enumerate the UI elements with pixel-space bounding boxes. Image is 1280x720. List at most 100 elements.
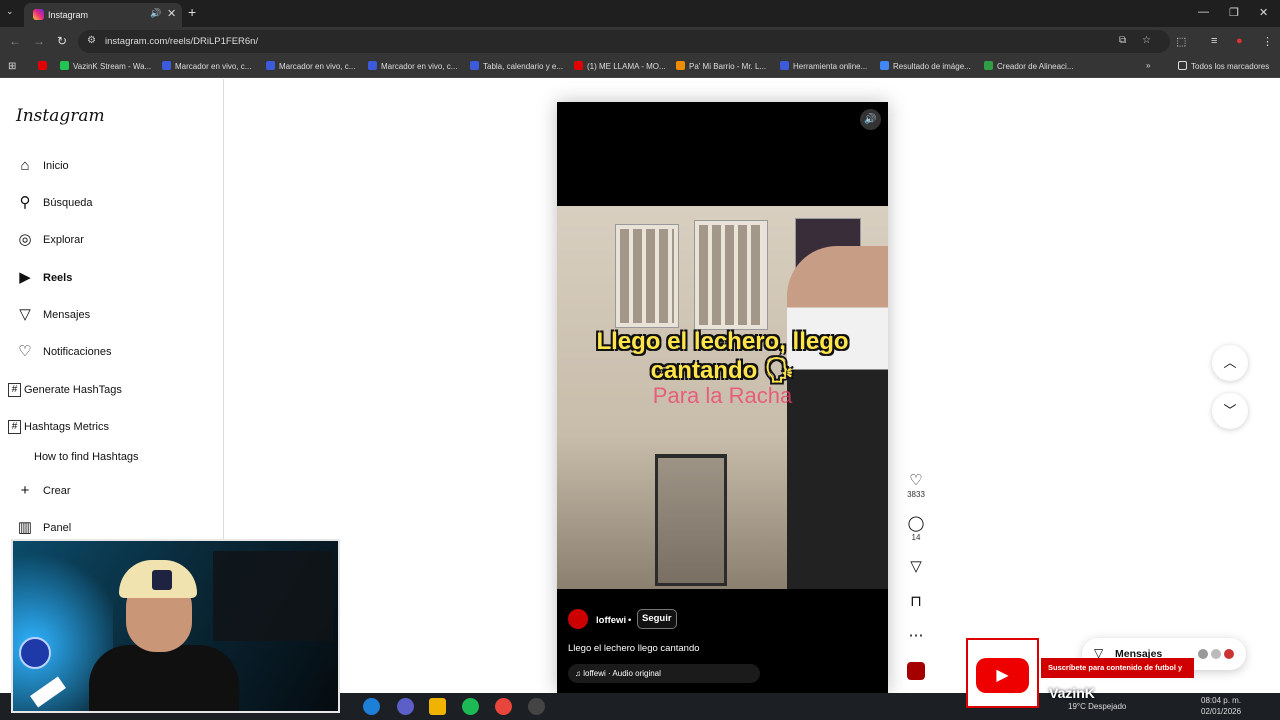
previous-reel-button[interactable]: ︿ (1212, 345, 1248, 381)
reel-player[interactable]: 🔊 Llego el lechero, llego cantando 🗣 Par… (557, 102, 888, 693)
bookmark-item[interactable]: Marcador en vivo, c... (162, 61, 251, 71)
bookmark-star-icon[interactable]: ☆ (1142, 35, 1151, 46)
bookmark-label: Pa' Mi Barrio - Mr. L... (689, 62, 767, 71)
sidebar-item-explorar[interactable]: ◎ Explorar (0, 225, 224, 257)
reel-video[interactable]: Llego el lechero, llego cantando 🗣 Para … (557, 206, 888, 589)
person (787, 246, 888, 589)
bookmark-favicon-icon (368, 61, 377, 70)
send-icon[interactable]: ▽ (905, 558, 927, 576)
browser-tab-bar: ⌄ Instagram 🔊 ✕ + — ❐ ✕ (0, 0, 1280, 27)
compass-icon: ◎ (18, 231, 32, 248)
how-to-find-hashtags-link[interactable]: How to find Hashtags (34, 451, 139, 463)
forward-icon[interactable]: → (33, 34, 45, 48)
sidebar-item-generate-hashtags[interactable]: # Generate HashTags (0, 375, 224, 407)
bookmark-item[interactable]: VazinK Stream - Wa... (60, 61, 151, 71)
audio-pill[interactable]: ♫ loffewi · Audio original (568, 664, 760, 683)
app-icon[interactable] (397, 698, 414, 715)
new-tab-icon[interactable]: + (188, 4, 196, 20)
back-icon[interactable]: ← (9, 34, 21, 48)
sidebar-item-mensajes[interactable]: ▽ Mensajes (0, 300, 224, 332)
follow-button[interactable]: Seguir (637, 609, 677, 629)
bookmark-item[interactable]: Resultado de imáge... (880, 61, 971, 71)
clock-time: 08:04 p. m. (1201, 696, 1242, 705)
bookmark-favicon-icon (676, 61, 685, 70)
reload-icon[interactable]: ↻ (57, 34, 67, 48)
folder-icon[interactable] (429, 698, 446, 715)
instagram-logo[interactable]: Instagram (16, 106, 105, 126)
bookmark-item[interactable]: Pa' Mi Barrio - Mr. L... (676, 61, 766, 71)
media-controls-icon[interactable]: ≡ (1211, 35, 1217, 47)
sidebar-item-crear[interactable]: + Crear (0, 476, 224, 508)
tab-search-icon[interactable]: ⌄ (6, 6, 14, 17)
sidebar-item-hashtags-metrics[interactable]: # Hashtags Metrics (0, 412, 224, 444)
edge-icon[interactable] (363, 698, 380, 715)
next-reel-button[interactable]: ﹀ (1212, 393, 1248, 429)
like-action[interactable]: ♡ 3833 (905, 472, 927, 499)
bookmarks-overflow-icon[interactable]: » (1146, 61, 1150, 70)
bookmark-label: Creador de Alineaci... (997, 62, 1074, 71)
site-info-icon[interactable]: ⚙ (87, 35, 96, 46)
heart-icon[interactable]: ♡ (905, 472, 927, 490)
avatar[interactable] (568, 609, 588, 629)
sidebar-item-inicio[interactable]: ⌂ Inicio (0, 151, 224, 183)
browser-toolbar: ← → ↻ ⚙ instagram.com/reels/DRiLP1FER6n/… (0, 27, 1280, 56)
bookmark-label: Marcador en vivo, c... (381, 62, 458, 71)
bookmark-item[interactable]: Marcador en vivo, c... (266, 61, 355, 71)
volume-icon[interactable]: 🔊 (860, 109, 881, 130)
sidebar-item-label: Mensajes (43, 309, 91, 321)
bookmark-favicon-icon (574, 61, 583, 70)
chevron-down-icon: ﹀ (1223, 403, 1237, 418)
tab-instagram[interactable]: Instagram 🔊 ✕ (24, 3, 182, 27)
menu-icon[interactable]: ⋮ (1262, 35, 1273, 48)
haircut-poster (694, 220, 768, 330)
audio-thumbnail[interactable] (907, 662, 925, 680)
window-close-icon[interactable]: ✕ (1259, 6, 1268, 19)
bookmark-item[interactable]: Creador de Alineaci... (984, 61, 1074, 71)
maximize-icon[interactable]: ❐ (1229, 6, 1239, 19)
save-action[interactable]: ⊓ (905, 593, 927, 611)
chrome-icon[interactable] (495, 698, 512, 715)
bookmark-item[interactable]: Marcador en vivo, c... (368, 61, 457, 71)
bookmark-item[interactable]: Tabla, calendario y e... (470, 61, 563, 71)
more-action[interactable]: ⋯ (905, 627, 927, 645)
extensions-icon[interactable]: ⬚ (1176, 35, 1186, 48)
bookmark-label: (1) ME LLAMA - MO... (587, 62, 666, 71)
haircut-poster (615, 224, 679, 328)
minimize-icon[interactable]: — (1198, 6, 1209, 18)
profile-icon[interactable]: ● (1236, 35, 1243, 47)
spotify-icon[interactable] (462, 698, 479, 715)
weather-label: 19°C Despejado (1068, 702, 1127, 711)
sidebar-item-label: Crear (43, 485, 71, 497)
comment-action[interactable]: ◯ 14 (905, 515, 927, 542)
cast-icon[interactable]: ⧉ (1119, 35, 1126, 46)
tab-close-icon[interactable]: ✕ (167, 7, 176, 20)
bookmark-favicon-icon (266, 61, 275, 70)
search-icon: ⚲ (19, 194, 31, 211)
more-icon[interactable]: ⋯ (905, 627, 927, 645)
sidebar-item-label: Panel (43, 522, 72, 534)
share-action[interactable]: ▽ (905, 558, 927, 576)
apps-grid-icon[interactable]: ⊞ (8, 61, 16, 72)
bookmark-icon[interactable]: ⊓ (905, 593, 927, 611)
username[interactable]: loffewi (596, 615, 626, 626)
bookmark-item[interactable]: Herramienta online... (780, 61, 867, 71)
sidebar-item-reels[interactable]: ▶ Reels (0, 263, 224, 295)
bookmark-label: Herramienta online... (793, 62, 868, 71)
sidebar-item-busqueda[interactable]: ⚲ Búsqueda (0, 188, 224, 220)
bookmark-item[interactable]: (1) ME LLAMA - MO... (574, 61, 666, 71)
clock-date: 02/01/2026 (1201, 707, 1242, 716)
reels-icon: ▶ (19, 269, 31, 286)
avatar (1209, 647, 1223, 661)
sidebar-item-notificaciones[interactable]: ♡ Notificaciones (0, 337, 224, 369)
plus-icon: + (20, 482, 30, 499)
address-bar[interactable]: ⚙ instagram.com/reels/DRiLP1FER6n/ ⧉ ☆ (78, 30, 1170, 53)
comment-icon[interactable]: ◯ (905, 515, 927, 533)
tab-audio-icon[interactable]: 🔊 (150, 8, 161, 19)
bookmark-label: Marcador en vivo, c... (279, 62, 356, 71)
all-bookmarks-folder[interactable]: Todos los marcadores (1178, 61, 1269, 71)
bookmark-favicon-icon (60, 61, 69, 70)
app-icon[interactable] (528, 698, 545, 715)
youtube-overlay: ▶ (966, 638, 1039, 708)
bookmark-item[interactable] (38, 61, 51, 71)
channel-name: VazinK (1049, 685, 1095, 701)
